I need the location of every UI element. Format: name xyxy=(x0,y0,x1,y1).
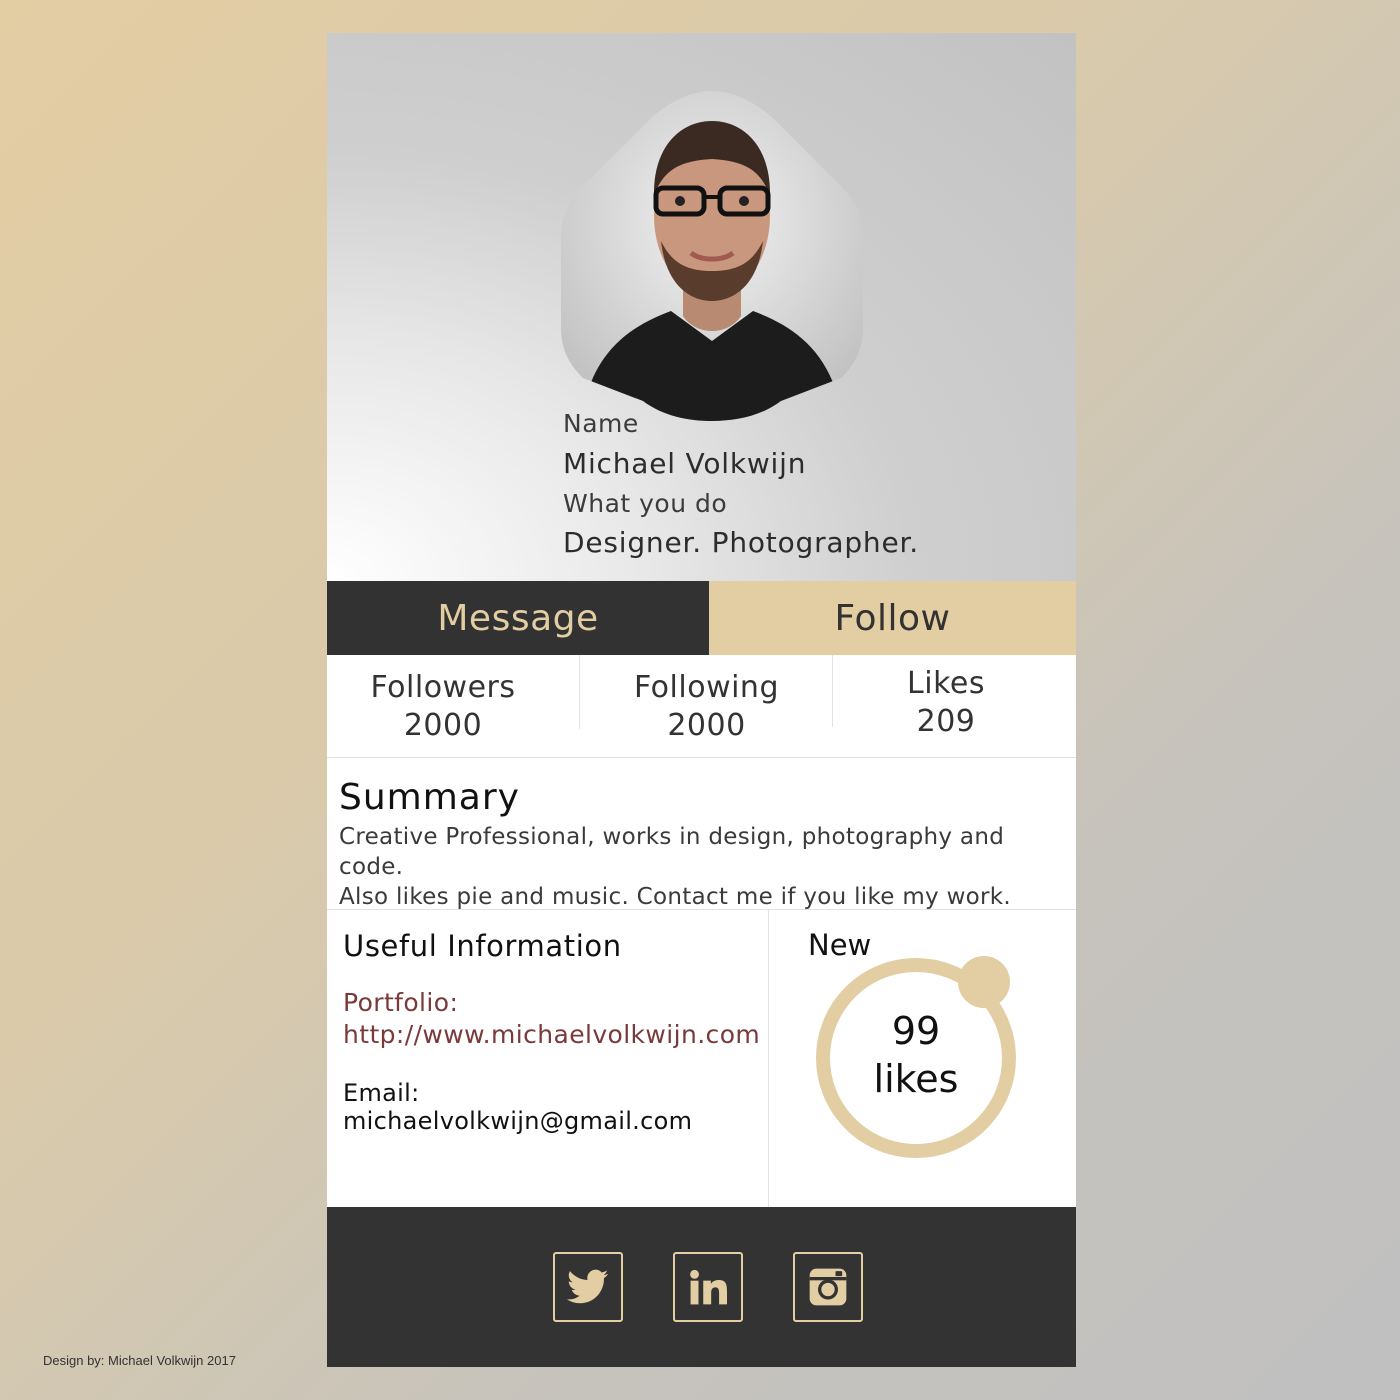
profile-header: Name Michael Volkwijn What you do Design… xyxy=(327,33,1076,581)
summary-text: Creative Professional, works in design, … xyxy=(339,822,1059,912)
summary-line: Also likes pie and music. Contact me if … xyxy=(339,884,1012,910)
portfolio-url[interactable]: http://www.michaelvolkwijn.com xyxy=(343,1019,763,1051)
stat-value: 209 xyxy=(916,704,976,739)
instagram-icon[interactable] xyxy=(793,1252,863,1322)
useful-info-section: Useful Information Portfolio: http://www… xyxy=(343,929,763,1135)
email-text[interactable]: Email: michaelvolkwijn@gmail.com xyxy=(343,1079,763,1135)
useful-info-title: Useful Information xyxy=(343,929,622,963)
avatar[interactable] xyxy=(561,91,863,421)
stat-likes[interactable]: Likes 209 xyxy=(833,665,1059,741)
stat-following[interactable]: Following 2000 xyxy=(580,669,833,745)
summary-line: Creative Professional, works in design, … xyxy=(339,824,1005,880)
portfolio-label: Portfolio: xyxy=(343,988,459,1017)
action-bar: Message Follow xyxy=(327,581,1076,655)
social-footer xyxy=(327,1207,1076,1367)
name-label: Name xyxy=(563,409,639,438)
likes-number: 99 xyxy=(891,1009,941,1053)
stat-value: 2000 xyxy=(667,708,746,743)
stat-value: 2000 xyxy=(403,708,483,743)
profile-role: Designer. Photographer. xyxy=(563,526,919,559)
profile-card: Name Michael Volkwijn What you do Design… xyxy=(327,33,1076,1367)
linkedin-icon[interactable] xyxy=(673,1252,743,1322)
likes-unit: likes xyxy=(873,1057,959,1101)
stat-label: Likes xyxy=(907,666,985,701)
new-likes-count: 99 likes xyxy=(811,1007,1021,1103)
stats-bar: Followers 2000 Following 2000 Likes 209 xyxy=(327,655,1076,758)
profile-name: Michael Volkwijn xyxy=(563,447,807,480)
ring-indicator-dot xyxy=(958,956,1010,1008)
role-label: What you do xyxy=(563,489,728,518)
portfolio-link[interactable]: Portfolio: http://www.michaelvolkwijn.co… xyxy=(343,987,763,1051)
column-divider xyxy=(768,910,769,1207)
stat-label: Followers xyxy=(370,670,516,705)
summary-section: Summary Creative Professional, works in … xyxy=(339,777,1059,912)
stat-followers[interactable]: Followers 2000 xyxy=(327,669,559,745)
design-credit: Design by: Michael Volkwijn 2017 xyxy=(43,1353,236,1368)
follow-button[interactable]: Follow xyxy=(709,581,1076,655)
summary-title: Summary xyxy=(339,777,520,818)
stat-label: Following xyxy=(634,670,779,705)
twitter-icon[interactable] xyxy=(553,1252,623,1322)
message-button[interactable]: Message xyxy=(327,581,709,655)
section-divider xyxy=(327,909,1076,910)
